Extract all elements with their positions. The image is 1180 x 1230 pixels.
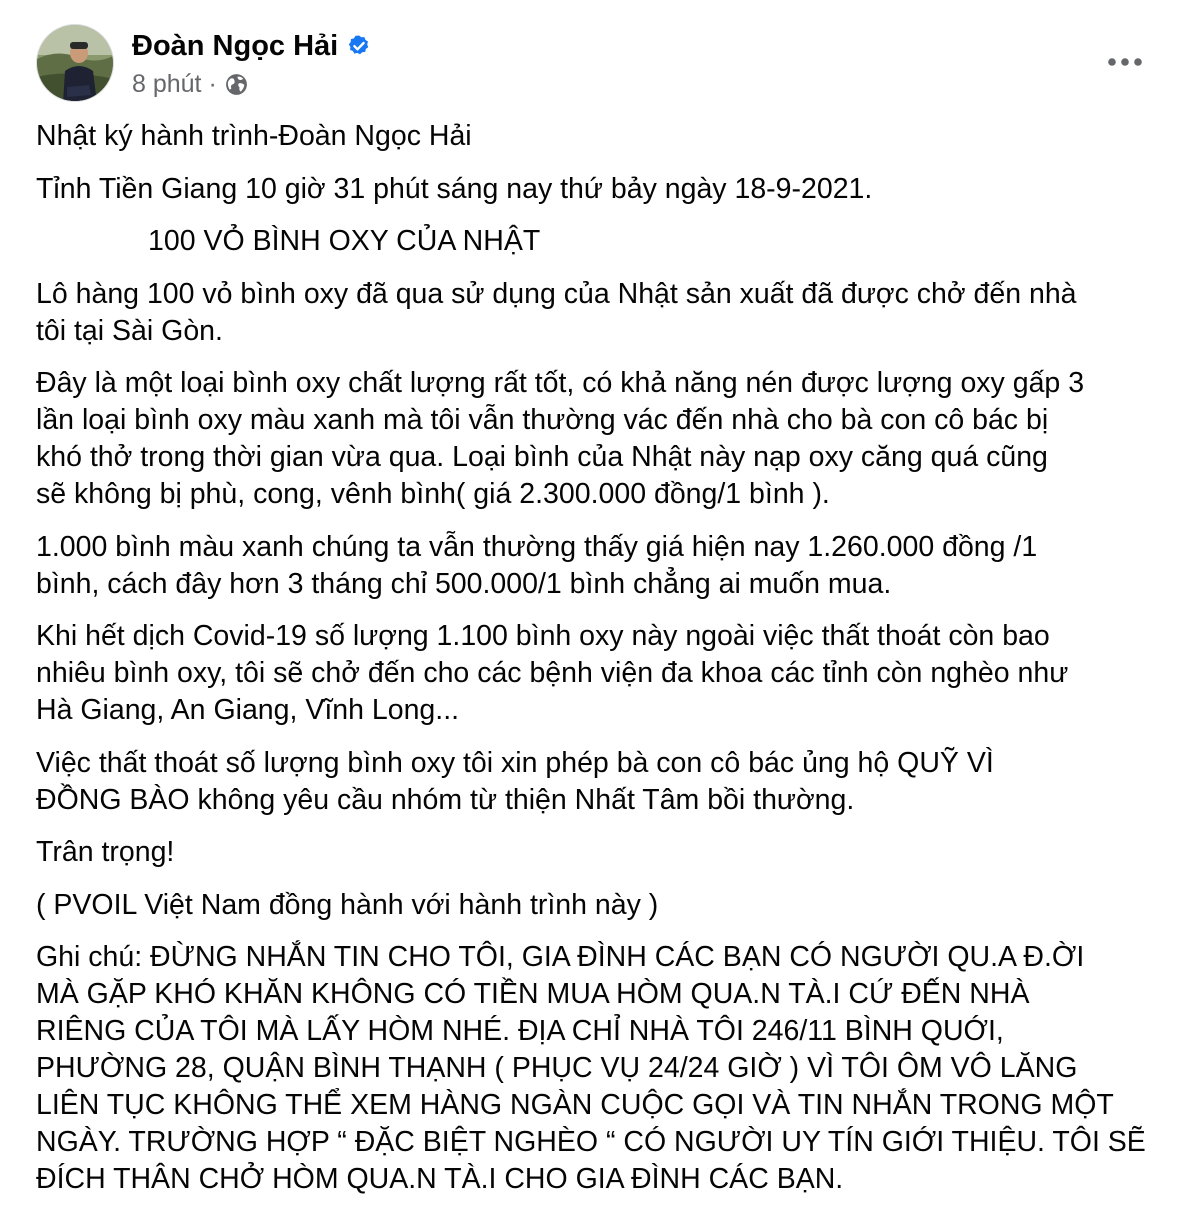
post-paragraph-heading: 100 VỎ BÌNH OXY CỦA NHẬT <box>148 225 541 257</box>
post-meta: 8 phút · <box>132 68 249 100</box>
globe-icon[interactable] <box>224 72 249 97</box>
more-options-icon <box>1108 58 1142 66</box>
post-body: Nhật ký hành trình-Đoàn Ngọc Hải Tỉnh Ti… <box>36 118 1161 1214</box>
post-paragraph-signoff: Trân trọng! <box>36 836 175 868</box>
post-paragraph: Khi hết dịch Covid-19 số lượng 1.100 bìn… <box>36 620 1069 726</box>
post-paragraph-note: Ghi chú: ĐỪNG NHẮN TIN CHO TÔI, GIA ĐÌNH… <box>36 941 1146 1195</box>
verified-badge-icon <box>347 34 371 58</box>
post-paragraph-dateline: Tỉnh Tiền Giang 10 giờ 31 phút sáng nay … <box>36 172 873 205</box>
facebook-post: Đoàn Ngọc Hải 8 phút · Nhật ký hành trìn… <box>0 0 1180 1230</box>
author-name[interactable]: Đoàn Ngọc Hải <box>132 28 338 64</box>
post-paragraph: Đây là một loại bình oxy chất lượng rất … <box>36 367 1085 510</box>
post-paragraph-title: Nhật ký hành trình-Đoàn Ngọc Hải <box>36 120 472 152</box>
more-options-button[interactable] <box>1104 46 1146 78</box>
post-paragraph: Lô hàng 100 vỏ bình oxy đã qua sử dụng c… <box>36 277 1077 347</box>
post-paragraph-sponsor: ( PVOIL Việt Nam đồng hành với hành trìn… <box>36 888 659 921</box>
post-paragraph: Việc thất thoát số lượng bình oxy tôi xi… <box>36 746 994 816</box>
post-paragraph: 1.000 bình màu xanh chúng ta vẫn thường … <box>36 530 1038 600</box>
meta-separator: · <box>208 70 217 98</box>
post-timestamp[interactable]: 8 phút <box>132 68 202 100</box>
post-header: Đoàn Ngọc Hải 8 phút · <box>36 24 1146 108</box>
author-row: Đoàn Ngọc Hải <box>132 28 371 64</box>
author-avatar-photo <box>37 25 113 101</box>
author-avatar[interactable] <box>36 24 114 102</box>
